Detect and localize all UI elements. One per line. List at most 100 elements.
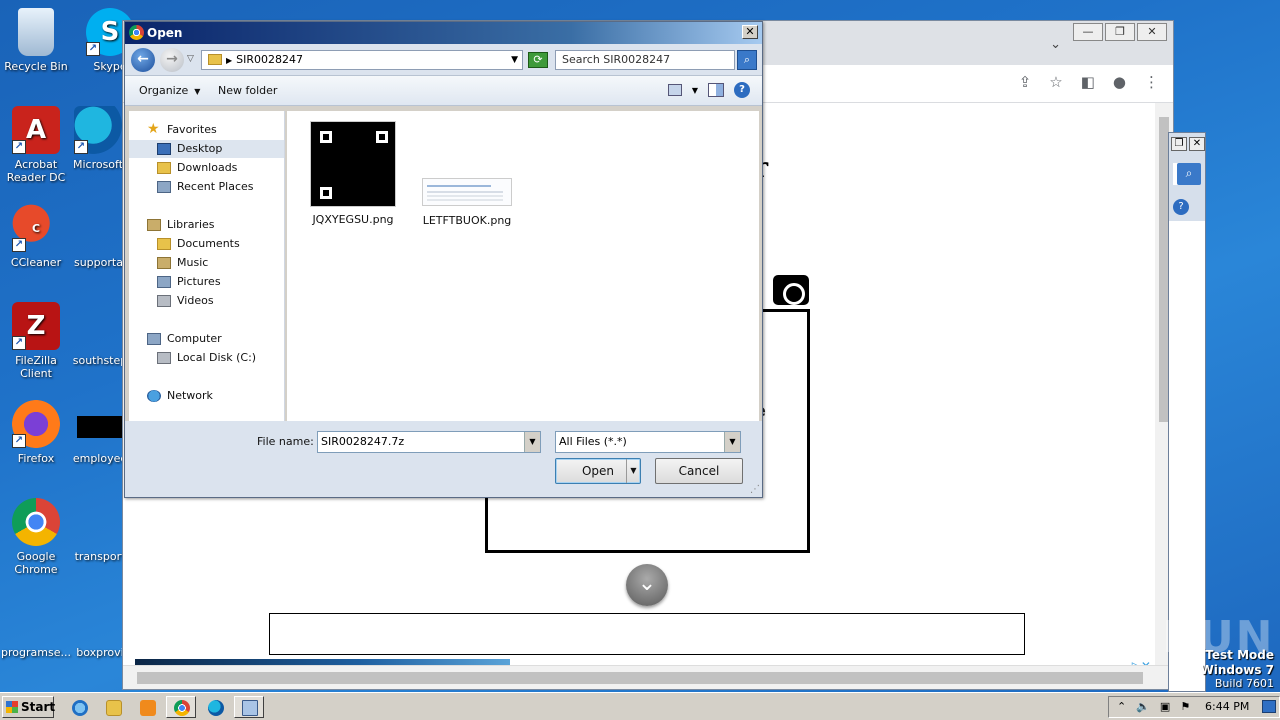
refresh-icon[interactable]: ⟳ [528, 52, 548, 68]
file-item[interactable]: LETFTBUOK.png [419, 121, 515, 227]
taskbar-chrome[interactable] [166, 696, 196, 718]
desktop-icon-firefox[interactable]: ↗ Firefox [0, 400, 72, 465]
nav-item-pictures[interactable]: Pictures [129, 273, 284, 291]
resize-grip-icon[interactable]: ⋰ [750, 484, 760, 495]
search-icon[interactable]: ⌕ [1177, 163, 1201, 185]
nav-item-computer[interactable]: Computer [129, 330, 284, 348]
nav-item-documents[interactable]: Documents [129, 235, 284, 253]
preview-pane-icon[interactable] [708, 83, 724, 97]
file-item[interactable]: JQXYEGSU.png [305, 121, 401, 226]
file-type-value: All Files (*.*) [559, 435, 627, 448]
desktop-icon-programse[interactable]: programse... [0, 594, 72, 659]
nav-item-videos[interactable]: Videos [129, 292, 284, 310]
search-icon[interactable]: ⌕ [737, 50, 757, 70]
tab-search-chevron-icon[interactable]: ⌄ [1050, 37, 1061, 52]
action-center-flag-icon[interactable]: ⚑ [1180, 700, 1190, 713]
help-icon[interactable]: ? [1173, 199, 1189, 215]
desktop-icon-google-chrome[interactable]: Google Chrome [0, 498, 72, 576]
breadcrumb-current-folder[interactable]: SIR0028247 [236, 53, 303, 66]
nav-item-desktop[interactable]: Desktop [129, 140, 284, 158]
chevron-down-icon[interactable]: ▼ [524, 432, 540, 452]
nav-item-network[interactable]: Network [129, 387, 284, 405]
file-type-select[interactable]: All Files (*.*) ▼ [555, 431, 741, 453]
chevron-down-icon[interactable]: ▼ [724, 432, 740, 452]
taskbar-edge[interactable] [200, 696, 230, 718]
nav-item-favorites[interactable]: ★ Favorites [129, 121, 284, 139]
page-text-input[interactable] [269, 613, 1025, 655]
test-mode-line: Test Mode [1205, 648, 1274, 662]
file-name-field[interactable]: SIR0028247.7z ▼ [317, 431, 541, 453]
show-desktop-button[interactable] [1262, 700, 1276, 713]
nav-item-label: Downloads [177, 161, 238, 174]
scroll-down-chevron-icon[interactable]: ⌄ [626, 564, 668, 606]
nav-item-libraries[interactable]: Libraries [129, 216, 284, 234]
search-input[interactable]: Search SIR0028247 [555, 50, 735, 70]
recent-places-icon [157, 181, 171, 193]
taskbar-media-player[interactable] [132, 696, 162, 718]
dialog-footer: File name: SIR0028247.7z ▼ All Files (*.… [125, 421, 762, 497]
open-file-dialog: Open ✕ ← → ▽ ▶ SIR0028247 ▼ ⟳ Search SIR0… [124, 21, 763, 498]
scrollbar-thumb[interactable] [137, 672, 1143, 684]
maximize-button[interactable]: ❐ [1105, 23, 1135, 41]
nav-item-music[interactable]: Music [129, 254, 284, 272]
minimize-button[interactable]: — [1073, 23, 1103, 41]
desktop-icon-ccleaner[interactable]: C ↗ CCleaner [0, 204, 72, 269]
chrome-icon [12, 498, 60, 546]
nav-item-label: Computer [167, 332, 222, 345]
open-button[interactable]: Open ▼ [555, 458, 641, 484]
camera-icon[interactable] [773, 275, 809, 305]
window-icon [242, 700, 258, 716]
file-icon [12, 594, 60, 642]
nav-item-label: Videos [177, 294, 214, 307]
nav-item-recent-places[interactable]: Recent Places [129, 178, 284, 196]
volume-icon[interactable]: 🔈 [1136, 700, 1150, 713]
forward-arrow-icon[interactable]: → [160, 48, 184, 72]
show-hidden-icons-chevron-icon[interactable]: ⌃ [1117, 700, 1126, 713]
organize-label: Organize [139, 84, 189, 97]
recent-locations-chevron-icon[interactable]: ▽ [187, 54, 194, 64]
dialog-close-button[interactable]: ✕ [742, 25, 758, 39]
navigation-pane: ★ Favorites Desktop Downloads Recent Plac… [129, 111, 285, 421]
nav-item-label: Music [177, 256, 209, 269]
network-icon [147, 390, 161, 402]
horizontal-scrollbar[interactable] [123, 665, 1173, 689]
profile-avatar-icon[interactable]: ● [1113, 73, 1126, 91]
cancel-button[interactable]: Cancel [655, 458, 743, 484]
folder-icon [208, 54, 222, 65]
qr-code-thumbnail [310, 121, 396, 207]
open-options-chevron-icon[interactable]: ▼ [626, 459, 640, 483]
nav-item-label: Network [167, 389, 213, 402]
desktop-icon-filezilla[interactable]: Z ↗ FileZilla Client [0, 302, 72, 380]
close-button[interactable]: ✕ [1189, 137, 1205, 151]
address-bar[interactable]: ▶ SIR0028247 ▼ [201, 50, 523, 70]
view-options-chevron-icon[interactable]: ▼ [692, 86, 698, 95]
tray-icons: ⌃ 🔈 ▣ ⚑ [1117, 700, 1190, 713]
start-button[interactable]: Start [2, 696, 55, 718]
taskbar-open-dialog[interactable] [234, 696, 264, 718]
organize-button[interactable]: Organize ▼ [139, 84, 200, 97]
desktop-icon-recycle-bin[interactable]: Recycle Bin [0, 8, 72, 73]
close-button[interactable]: ✕ [1137, 23, 1167, 41]
taskbar-internet-explorer[interactable] [64, 696, 94, 718]
address-dropdown-chevron-icon[interactable]: ▼ [511, 51, 518, 69]
restore-button[interactable]: ❐ [1171, 137, 1187, 151]
chrome-icon [174, 700, 190, 716]
network-tray-icon[interactable]: ▣ [1160, 700, 1170, 713]
desktop-icon-label: CCleaner [10, 256, 62, 269]
change-view-icon[interactable] [667, 84, 682, 96]
back-arrow-icon[interactable]: ← [131, 48, 155, 72]
nav-item-downloads[interactable]: Downloads [129, 159, 284, 177]
clock[interactable]: 6:44 PM [1205, 700, 1249, 713]
file-icon [77, 416, 123, 438]
bookmark-star-icon[interactable]: ☆ [1049, 73, 1062, 91]
share-icon[interactable]: ⇪ [1019, 73, 1032, 91]
taskbar-explorer[interactable] [98, 696, 128, 718]
side-panel-icon[interactable]: ◧ [1081, 73, 1095, 91]
breadcrumb-separator-icon[interactable]: ▶ [226, 56, 232, 65]
new-folder-button[interactable]: New folder [218, 84, 277, 97]
windows-version-line: Windows 7 [1200, 663, 1274, 677]
help-icon[interactable]: ? [734, 82, 750, 98]
dialog-title-bar[interactable]: Open ✕ [125, 22, 762, 44]
menu-dots-icon[interactable]: ⋮ [1144, 73, 1159, 91]
nav-item-local-disk[interactable]: Local Disk (C:) [129, 349, 284, 367]
